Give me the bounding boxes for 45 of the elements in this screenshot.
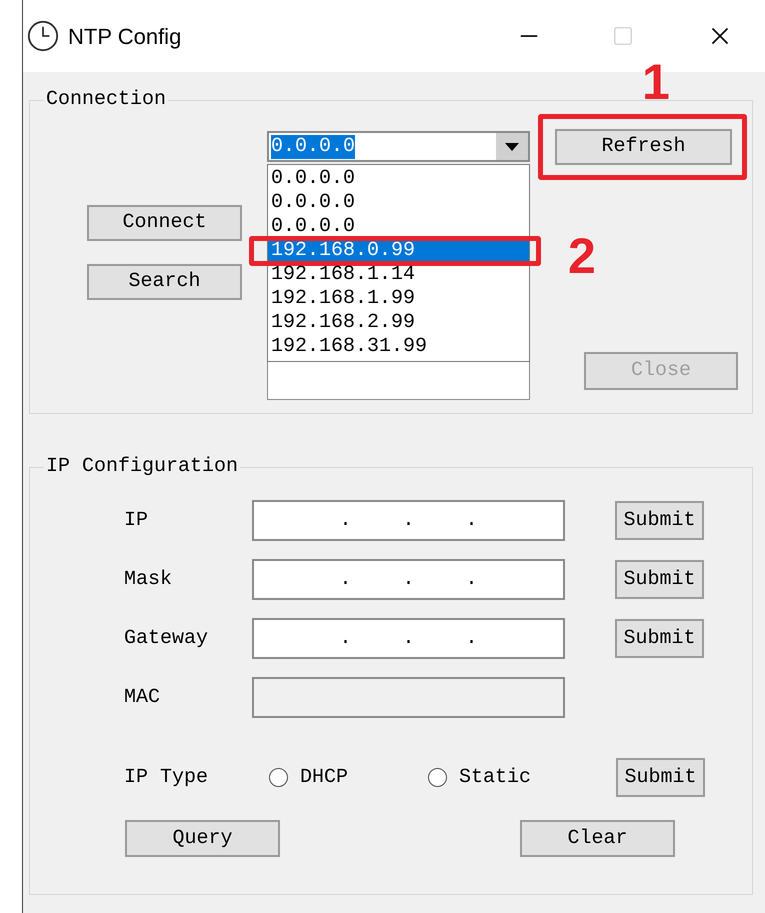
dropdown-option[interactable]: 0.0.0.0 [268,167,529,191]
address-dot: . [465,628,478,648]
clear-button[interactable]: Clear [520,820,675,857]
dropdown-option[interactable]: 192.168.1.14 [268,263,529,287]
radio-label: DHCP [300,764,348,790]
callout-number: 1 [642,57,670,107]
submit-button[interactable]: Submit [615,560,704,599]
radio-button[interactable] [428,768,447,787]
address-dot: . [402,628,414,648]
field-label: Mask [124,566,174,592]
query-button[interactable]: Query [125,820,280,857]
callout-number: 2 [568,231,596,281]
submit-button[interactable]: Submit [615,619,704,658]
field-label: IP [124,508,150,534]
ip-type-label: IP Type [124,764,210,790]
connect-button[interactable]: Connect [87,205,242,241]
address-field[interactable]: . . . [252,500,565,541]
combo-value: 0.0.0.0 [271,134,356,158]
dropdown-option[interactable]: 192.168.31.99 [268,335,529,359]
submit-button[interactable]: Submit [615,501,704,540]
dropdown-button[interactable] [496,133,528,160]
clock-icon [26,19,60,53]
dropdown-option[interactable]: 192.168.1.99 [268,287,529,311]
radio-label: Static [459,764,532,790]
dropdown-arrow-icon [505,142,519,150]
address-dot: . [339,628,352,648]
refresh-button[interactable]: Refresh [555,129,732,165]
dropdown-option[interactable]: 192.168.2.99 [268,311,529,335]
search-button[interactable]: Search [87,264,242,300]
address-dot: . [339,510,352,530]
address-dot: . [339,570,352,590]
field-label: MAC [124,684,162,710]
address-dot: . [402,510,414,530]
dropdown-option[interactable]: 0.0.0.0 [268,191,529,215]
address-combo[interactable]: 0.0.0.0 [267,131,530,162]
address-dot: . [465,510,478,530]
radio-button[interactable] [269,768,288,787]
window-title: NTP Config [68,22,182,51]
address-dot: . [402,570,414,590]
field-label: Gateway [124,626,210,652]
address-field[interactable]: . . . [252,559,565,600]
submit-button[interactable]: Submit [616,758,705,797]
address-field[interactable]: . . . [252,618,565,659]
address-dot: . [465,570,478,590]
dropdown-option[interactable]: 0.0.0.0 [268,215,529,239]
